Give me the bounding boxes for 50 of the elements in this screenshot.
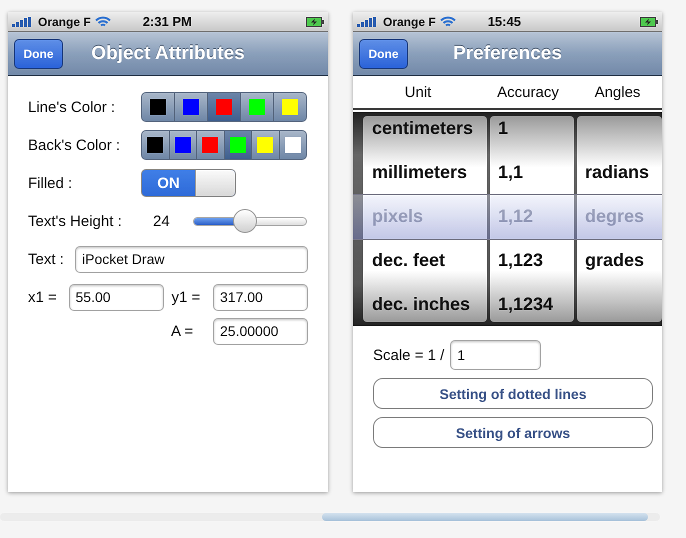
height-value: 24: [152, 212, 171, 230]
picker-item[interactable]: millimeters: [363, 162, 490, 182]
scale-field[interactable]: 1: [450, 340, 542, 370]
signal-icon: [12, 16, 34, 26]
picker-wheel[interactable]: centimeters 1 millimeters 1,1 radians pixels 1,12 degres dec. feet 1,123 grades dec. inches 1,1234: [353, 112, 662, 326]
field-label: Filled :: [28, 174, 74, 192]
height-slider[interactable]: [193, 209, 307, 233]
picker-item[interactable]: 1: [490, 118, 577, 138]
field-label: x1 =: [28, 288, 58, 306]
scrollbar[interactable]: [0, 513, 660, 521]
screen-title: Preferences: [453, 42, 562, 64]
picker-item[interactable]: dec. feet: [363, 250, 490, 270]
color-option[interactable]: [224, 131, 252, 159]
column-header: Unit: [404, 84, 432, 100]
status-time: 2:31 PM: [142, 14, 192, 29]
field-label: Scale = 1 /: [373, 346, 444, 364]
field-label: Back's Color :: [28, 136, 122, 154]
field-label: Line's Color :: [28, 98, 116, 116]
y1-field[interactable]: 317.00: [213, 284, 308, 310]
column-header: Accuracy: [496, 84, 560, 100]
picker-item[interactable]: 1,1: [490, 162, 577, 182]
x1-field[interactable]: 55.00: [68, 284, 164, 310]
signal-icon: [357, 16, 379, 26]
field-label: y1 =: [172, 288, 202, 306]
carrier-name: Orange F: [38, 14, 91, 28]
toggle-switch[interactable]: ON: [141, 169, 236, 197]
text-field[interactable]: iPocket Draw: [75, 246, 308, 272]
picker-item[interactable]: radians: [577, 162, 650, 182]
angle-field[interactable]: 25.00000: [213, 318, 308, 344]
field-label: Text's Height :: [28, 212, 123, 230]
done-button[interactable]: Done: [14, 38, 63, 68]
picker-item[interactable]: dec. inches: [363, 294, 490, 314]
battery-icon: [306, 16, 324, 26]
field-label: Text :: [28, 250, 65, 268]
wifi-icon: [440, 16, 456, 28]
column-header: Angles: [594, 84, 642, 100]
screen-title: Object Attributes: [91, 42, 245, 64]
color-option[interactable]: [208, 93, 241, 121]
carrier-name: Orange F: [383, 14, 436, 28]
picker-item[interactable]: 1,123: [490, 250, 577, 270]
settings-button[interactable]: Setting of arrows: [373, 417, 653, 448]
settings-button[interactable]: Setting of dotted lines: [373, 378, 653, 409]
picker-item[interactable]: 1,1234: [490, 294, 577, 314]
status-time: 15:45: [488, 14, 521, 29]
picker-item[interactable]: grades: [577, 250, 644, 270]
wifi-icon: [94, 16, 111, 28]
done-button[interactable]: Done: [359, 38, 408, 68]
picker-item[interactable]: centimeters: [363, 118, 490, 138]
battery-icon: [640, 16, 658, 26]
field-label: A =: [171, 322, 194, 340]
